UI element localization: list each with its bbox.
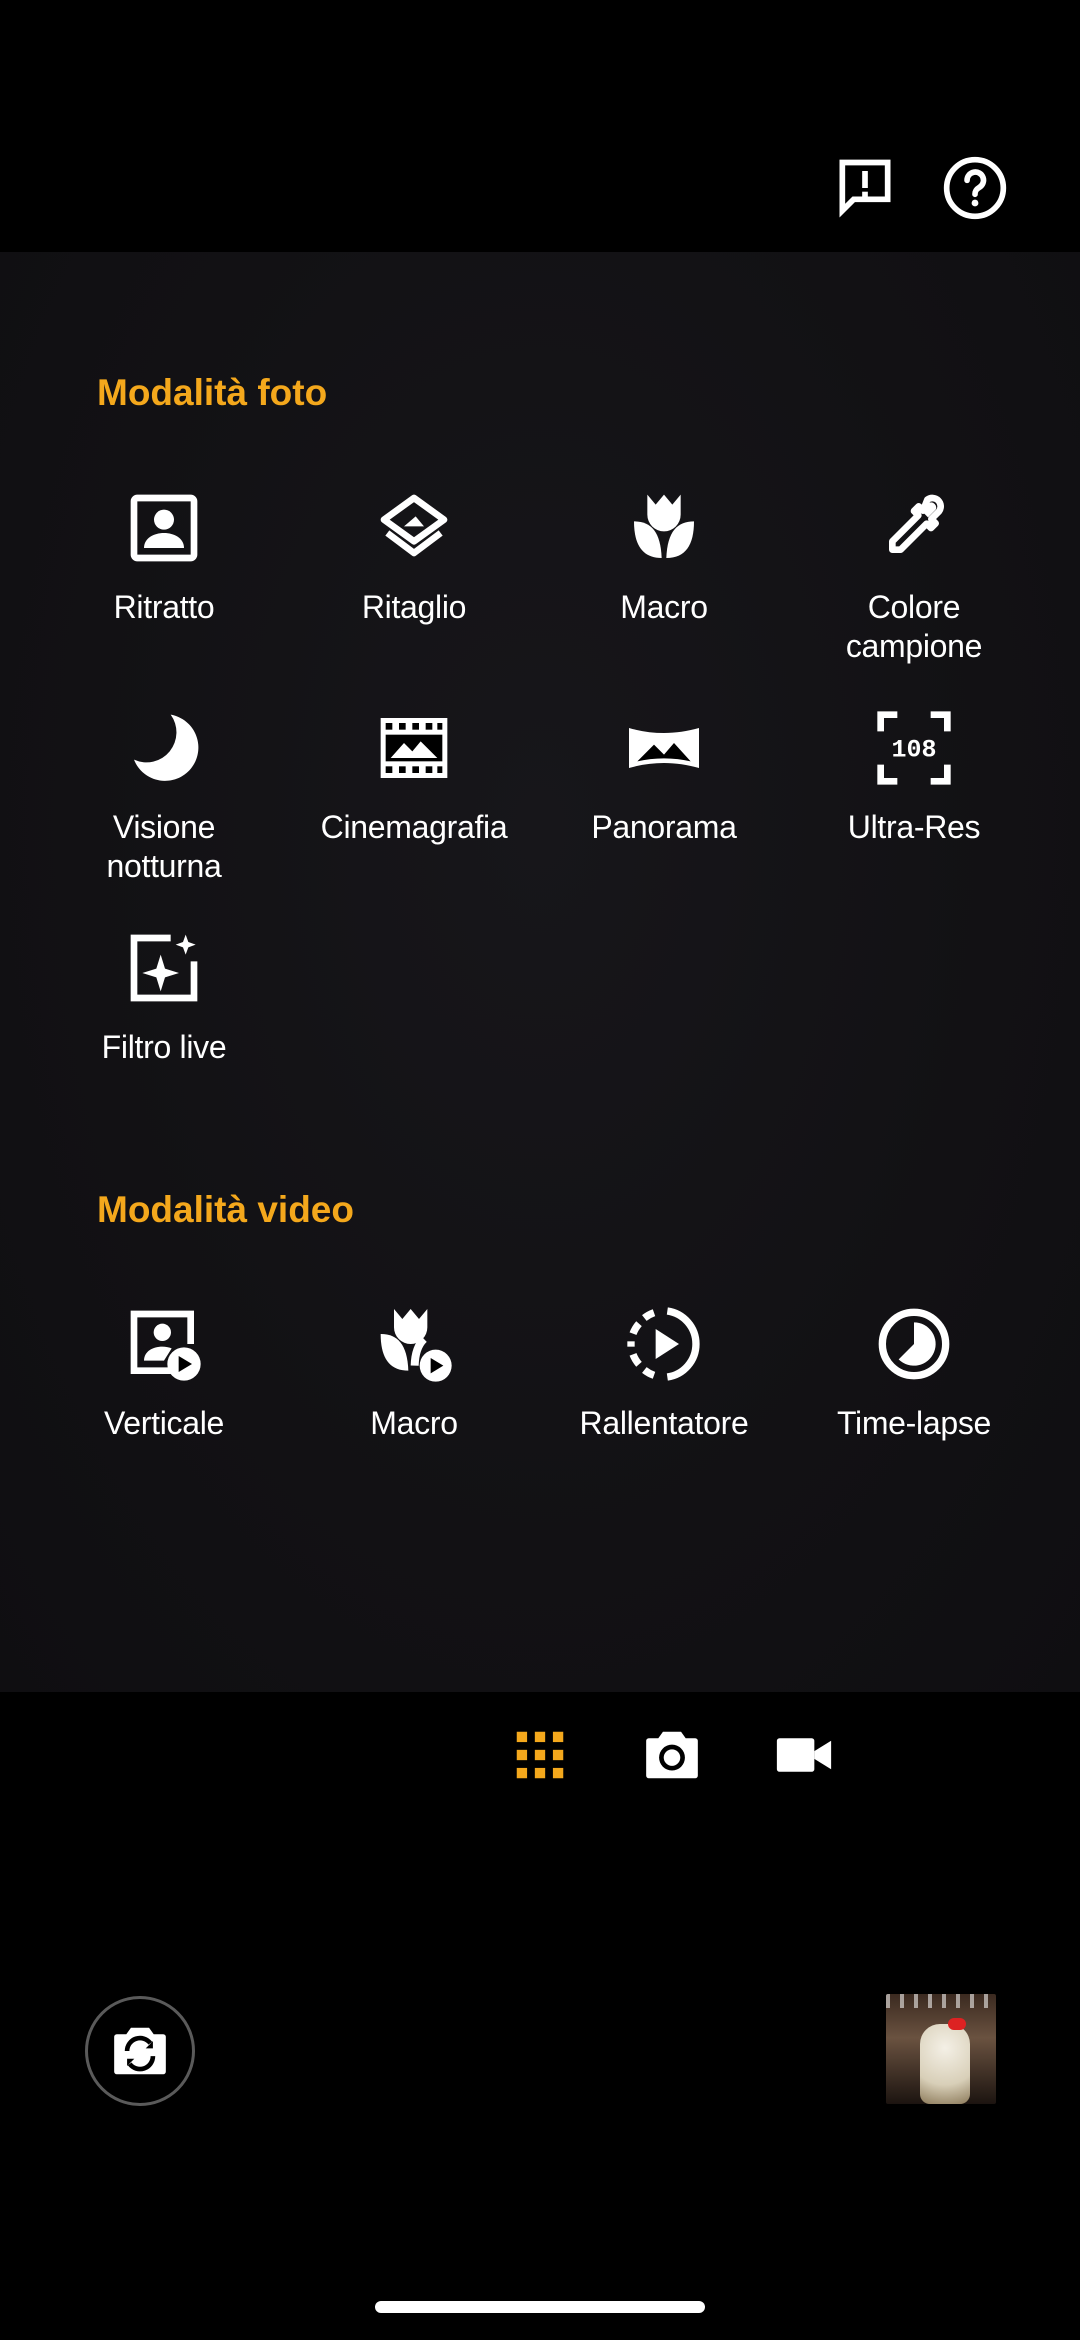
mode-label: Ritaglio [361, 589, 467, 625]
help-icon[interactable] [939, 152, 1011, 224]
mode-ultra-res[interactable]: 108 Ultra-Res [789, 706, 1039, 926]
feedback-icon[interactable] [829, 152, 901, 224]
gallery-thumbnail[interactable] [886, 1994, 996, 2104]
mode-label: Colore campione [845, 589, 983, 664]
ultra-res-108-icon: 108 [872, 706, 956, 790]
mode-label: Ritratto [113, 589, 215, 625]
mode-label: Macro [370, 1405, 458, 1441]
video-camera-icon[interactable] [764, 1690, 844, 1820]
grid-icon[interactable] [500, 1690, 580, 1820]
mode-macro-video[interactable]: Macro [289, 1302, 539, 1522]
mode-verticale[interactable]: Verticale [39, 1302, 289, 1522]
video-modes-title: Modalità video [97, 1189, 354, 1230]
timelapse-icon [872, 1302, 956, 1386]
video-modes-grid: Verticale Macro Rallentatore Time-lapse [39, 1302, 1041, 1522]
mode-ritaglio[interactable]: Ritaglio [289, 486, 539, 706]
macro-flower-icon [622, 486, 706, 570]
mode-label: Macro [620, 589, 708, 625]
mode-rallentatore[interactable]: Rallentatore [539, 1302, 789, 1522]
mode-ritratto[interactable]: Ritratto [39, 486, 289, 706]
switch-camera-icon [114, 2027, 166, 2075]
portrait-video-icon [122, 1302, 206, 1386]
mode-filtro-live[interactable]: Filtro live [39, 926, 289, 1146]
svg-text:108: 108 [891, 736, 936, 765]
mode-label: Ultra-Res [847, 809, 981, 845]
mode-label: Rallentatore [579, 1405, 749, 1441]
cutout-icon [372, 486, 456, 570]
sparkle-filter-icon [122, 926, 206, 1010]
modes-panel: Modalità foto Ritratto Ritaglio Macro Co… [0, 252, 1080, 1692]
moon-icon [122, 706, 206, 790]
mode-time-lapse[interactable]: Time-lapse [789, 1302, 1039, 1522]
mode-label: Panorama [591, 809, 737, 845]
mode-cinemagrafia[interactable]: Cinemagrafia [289, 706, 539, 926]
mode-label: Visione notturna [106, 809, 222, 884]
mode-panorama[interactable]: Panorama [539, 706, 789, 926]
mode-bar [0, 1690, 1080, 1820]
photo-modes-title: Modalità foto [97, 372, 328, 413]
film-icon [372, 706, 456, 790]
home-indicator[interactable] [375, 2301, 705, 2313]
eyedropper-icon [872, 486, 956, 570]
mode-label: Verticale [103, 1405, 225, 1441]
thumbnail-bow [948, 2018, 966, 2030]
mode-colore-campione[interactable]: Colore campione [789, 486, 1039, 706]
portrait-icon [122, 486, 206, 570]
top-bar [0, 0, 1080, 252]
mode-label: Cinemagrafia [320, 809, 508, 845]
macro-video-icon [372, 1302, 456, 1386]
photo-modes-grid: Ritratto Ritaglio Macro Colore campione [39, 486, 1041, 1146]
mode-visione-notturna[interactable]: Visione notturna [39, 706, 289, 926]
thumbnail-figurine [920, 2024, 970, 2104]
mode-label: Time-lapse [836, 1405, 992, 1441]
slow-motion-icon [622, 1302, 706, 1386]
switch-camera-button[interactable] [85, 1996, 195, 2106]
mode-label: Filtro live [101, 1029, 227, 1065]
camera-icon[interactable] [632, 1690, 712, 1820]
panorama-icon [622, 706, 706, 790]
mode-macro[interactable]: Macro [539, 486, 789, 706]
thumbnail-background-detail [886, 1994, 996, 2008]
